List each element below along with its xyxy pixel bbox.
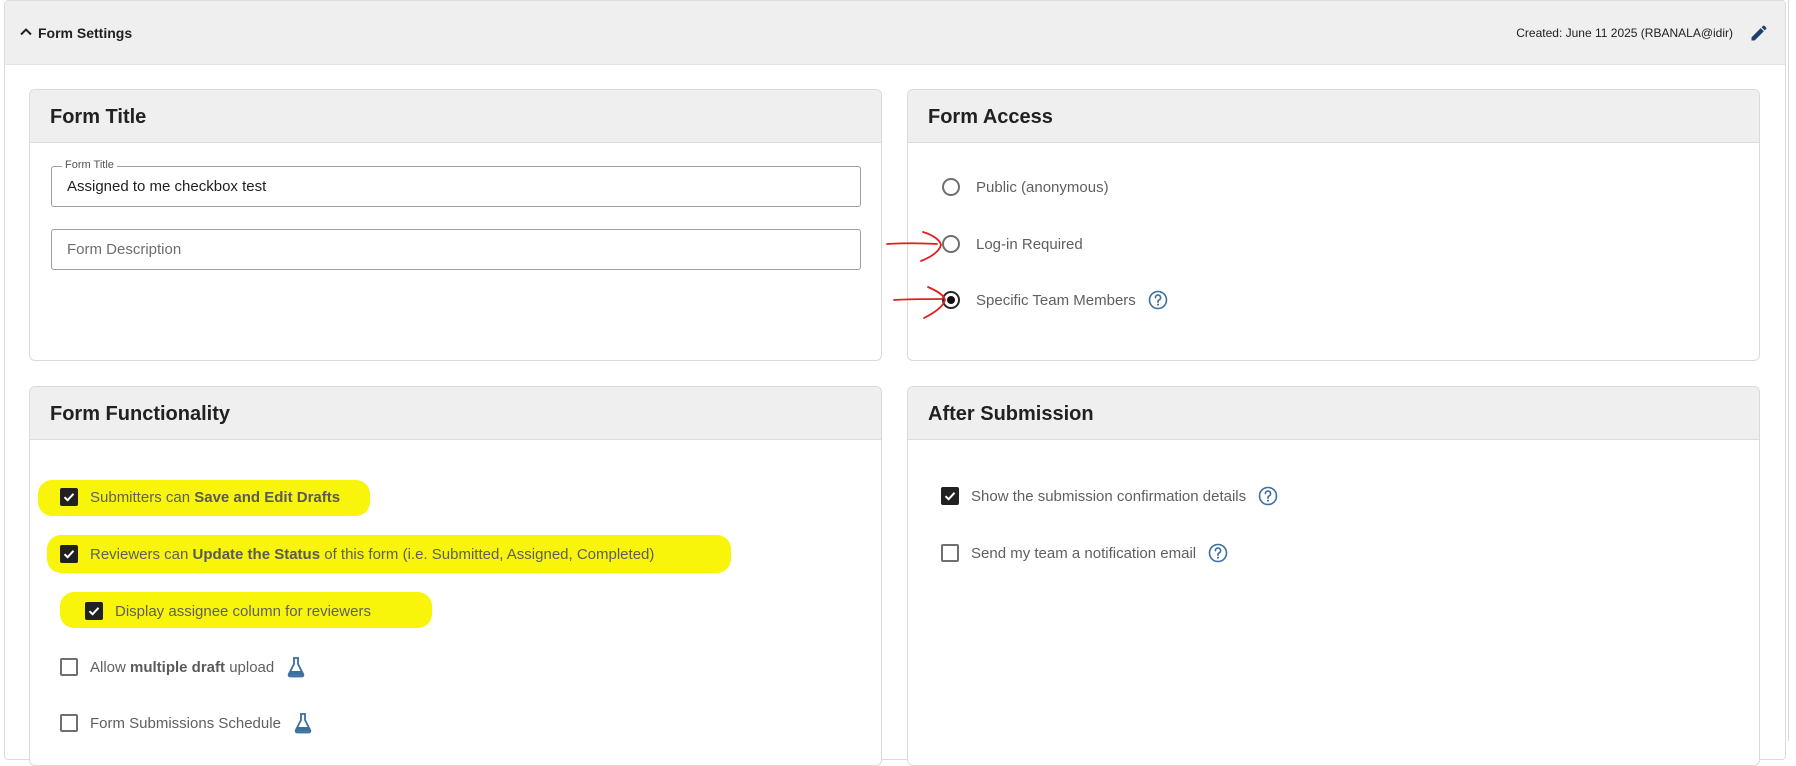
form-access-card-heading: Form Access <box>908 90 1759 143</box>
form-functionality-card: Form Functionality Submitters can Save a… <box>29 386 882 766</box>
func-item-label: Allow multiple draft upload <box>90 658 275 676</box>
access-option-public[interactable]: Public (anonymous) <box>942 174 1109 200</box>
form-title-card: Form Title Form Title Assigned to me che… <box>29 89 882 361</box>
access-option-label: Specific Team Members <box>976 291 1136 309</box>
func-item-label: Reviewers can Update the Status of this … <box>90 545 655 563</box>
func-item-label: Form Submissions Schedule <box>90 714 281 732</box>
after-submission-card: After Submission Show the submission con… <box>907 386 1760 766</box>
form-description-placeholder: Form Description <box>67 241 182 258</box>
checkbox-notification-email[interactable] <box>941 544 959 562</box>
annotation-arrow <box>893 286 946 319</box>
func-item-update-status[interactable]: Reviewers can Update the Status of this … <box>60 541 654 567</box>
checkbox-assignee-column[interactable] <box>85 602 103 620</box>
panel-title: Form Settings <box>38 25 133 41</box>
after-item-label: Show the submission confirmation details <box>971 487 1247 505</box>
after-item-label: Send my team a notification email <box>971 544 1197 562</box>
func-item-label: Display assignee column for reviewers <box>115 602 371 620</box>
created-info: Created: June 11 2025 (RBANALA@idir) <box>1516 26 1733 40</box>
func-item-label: Submitters can Save and Edit Drafts <box>90 488 341 506</box>
checkbox-save-drafts[interactable] <box>60 488 78 506</box>
form-functionality-card-heading: Form Functionality <box>30 387 881 440</box>
func-item-multiple-draft[interactable]: Allow multiple draft upload <box>60 654 306 680</box>
access-option-label: Public (anonymous) <box>976 178 1109 196</box>
access-option-team[interactable]: Specific Team Members <box>942 287 1168 313</box>
form-title-card-heading: Form Title <box>30 90 881 143</box>
form-access-card: Form Access Public (anonymous) Log-in Re… <box>907 89 1760 361</box>
func-item-submissions-schedule[interactable]: Form Submissions Schedule <box>60 710 313 736</box>
form-title-value: Assigned to me checkbox test <box>67 178 267 195</box>
help-circle-icon[interactable] <box>1258 486 1278 506</box>
after-submission-card-heading: After Submission <box>908 387 1759 440</box>
help-circle-icon[interactable] <box>1208 543 1228 563</box>
access-option-label: Log-in Required <box>976 235 1083 253</box>
form-title-label: Form Title <box>62 159 117 171</box>
chevron-up-icon[interactable] <box>19 25 33 39</box>
window-edge <box>1788 0 1796 741</box>
form-settings-header[interactable]: Form Settings Created: June 11 2025 (RBA… <box>5 1 1785 65</box>
flask-icon[interactable] <box>293 712 313 734</box>
checkbox-submissions-schedule[interactable] <box>60 714 78 732</box>
after-item-notification[interactable]: Send my team a notification email <box>941 540 1228 566</box>
radio-public[interactable] <box>942 178 960 196</box>
func-item-assignee-column[interactable]: Display assignee column for reviewers <box>85 598 371 624</box>
checkbox-multiple-draft[interactable] <box>60 658 78 676</box>
form-title-input[interactable]: Form Title Assigned to me checkbox test <box>51 159 861 207</box>
annotation-arrow <box>886 231 942 262</box>
func-item-save-drafts[interactable]: Submitters can Save and Edit Drafts <box>60 484 340 510</box>
after-item-confirmation[interactable]: Show the submission confirmation details <box>941 483 1278 509</box>
checkbox-confirmation-details[interactable] <box>941 487 959 505</box>
flask-icon[interactable] <box>286 656 306 678</box>
pencil-icon[interactable] <box>1749 23 1769 43</box>
checkbox-update-status[interactable] <box>60 545 78 563</box>
form-description-input[interactable]: Form Description <box>51 229 861 270</box>
access-option-login[interactable]: Log-in Required <box>942 231 1083 257</box>
help-circle-icon[interactable] <box>1148 290 1168 310</box>
